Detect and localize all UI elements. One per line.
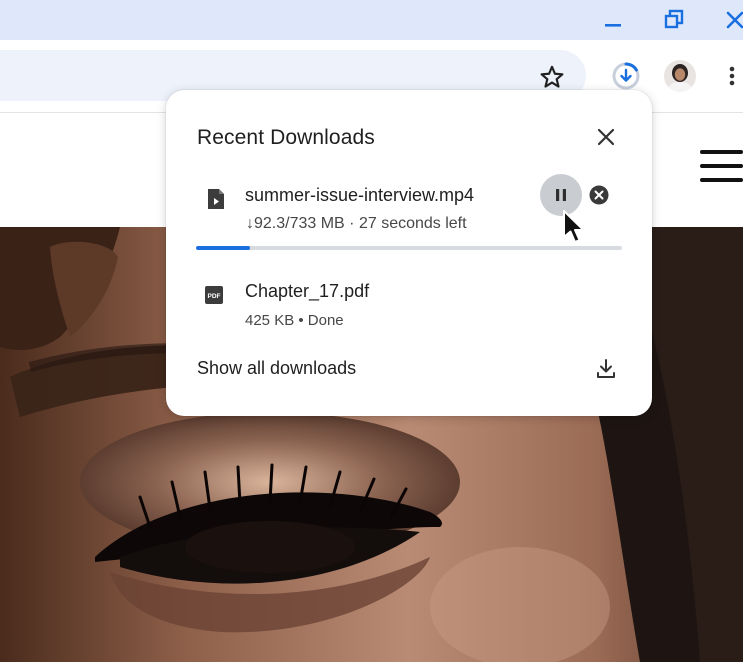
download-status-text: 92.3/733 MB · 27 seconds left [254,215,467,232]
download-icon [597,359,615,378]
pause-button[interactable] [540,174,582,216]
title-bar [0,0,743,40]
download-file-name: summer-issue-interview.mp4 [245,185,475,205]
profile-avatar[interactable] [664,60,696,92]
download-progress-bar [196,246,622,250]
downloads-title: Recent Downloads [197,126,375,149]
download-status: 425 KB • Done [245,312,344,329]
restore-icon [664,9,684,29]
menu-button[interactable] [722,60,742,92]
pdf-file-icon: PDF [205,286,223,304]
download-progress-icon [612,62,640,90]
cancel-download-button[interactable] [588,184,610,206]
video-file-icon [208,189,224,209]
close-icon [597,128,615,146]
minimize-button[interactable] [590,0,636,40]
minimize-icon [605,24,621,27]
pdf-icon-label: PDF [208,293,221,300]
window-close-button[interactable] [712,0,743,40]
pause-icon [556,189,566,201]
downloads-bubble: Recent Downloads summer-issue-interview.… [166,90,652,416]
download-arrow-icon: ↓ [246,215,254,232]
restore-button[interactable] [651,0,697,40]
show-all-downloads-link[interactable]: Show all downloads [197,358,356,379]
hamburger-menu-icon[interactable] [700,150,743,184]
profile-avatar-image [664,60,696,92]
download-status: ↓92.3/733 MB · 27 seconds left [246,215,467,233]
close-icon [726,11,743,29]
open-downloads-folder-button[interactable] [591,354,621,384]
download-progress-fill [196,246,250,250]
download-indicator-button[interactable] [609,59,643,93]
kebab-menu-icon [729,66,735,86]
download-file-name: Chapter_17.pdf [245,281,370,301]
star-icon [540,65,564,88]
bookmark-button[interactable] [537,62,567,92]
cancel-circle-icon [589,185,609,205]
close-downloads-button[interactable] [591,122,621,152]
